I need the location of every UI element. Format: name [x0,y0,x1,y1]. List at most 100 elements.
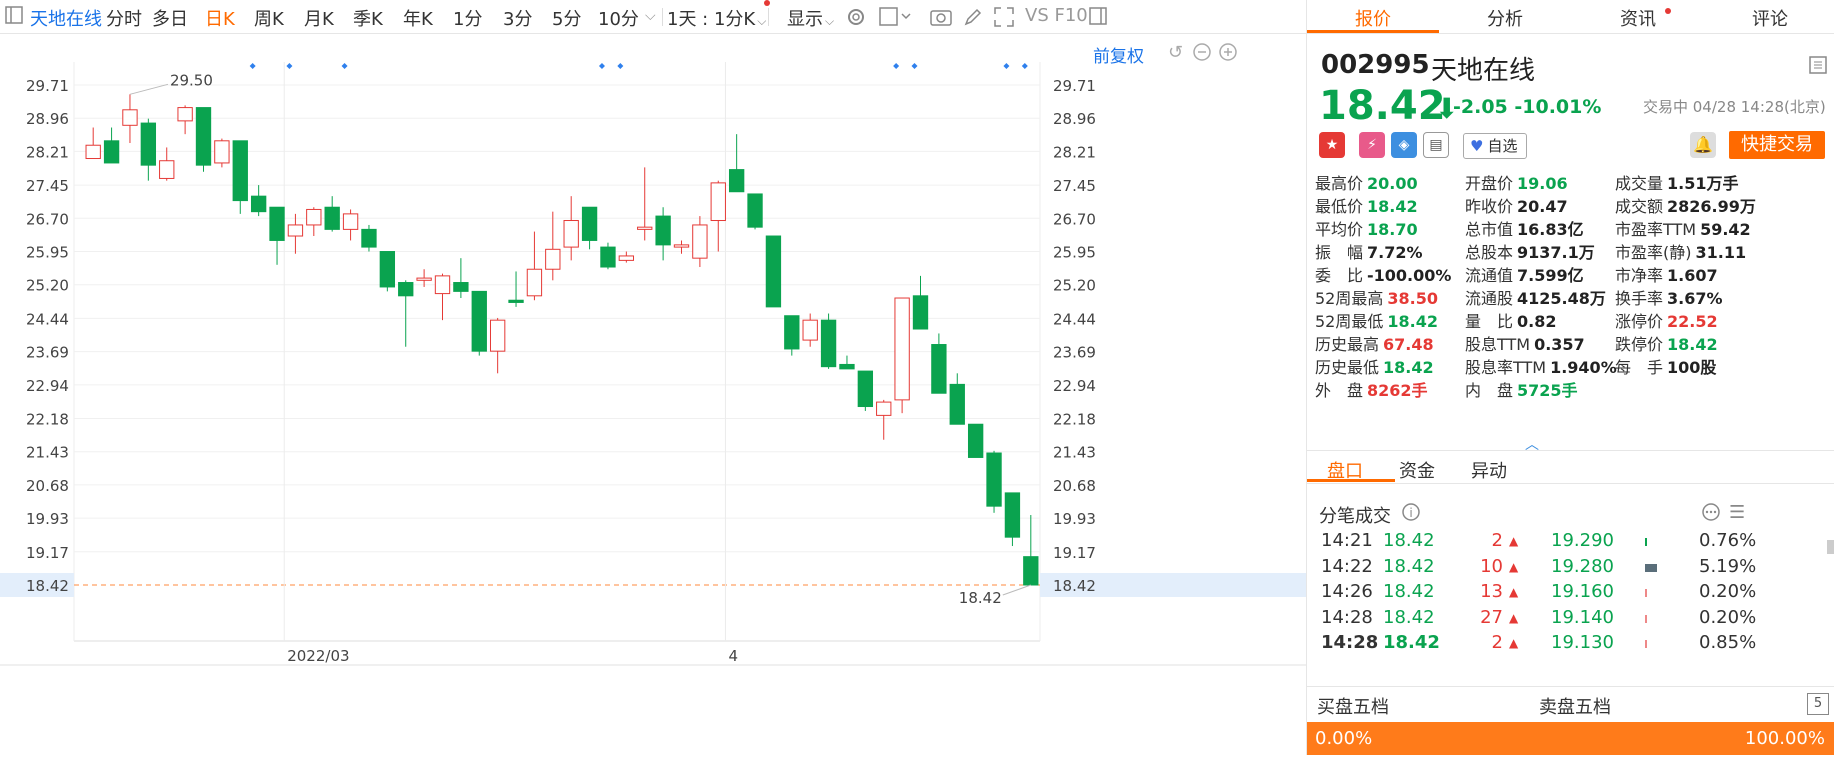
candle-body[interactable] [453,282,469,292]
menu-icon[interactable] [1809,56,1827,78]
event-marker[interactable] [1003,63,1010,69]
candle-body[interactable] [361,228,377,248]
candle-body[interactable] [545,248,561,270]
kline-svg[interactable]: 29.71 29.71 28.96 28.96 28.21 28.21 27.45 27.45… [0,34,1306,755]
display-dropdown[interactable]: 显示 ⌵ [787,5,834,31]
candle-body[interactable] [839,363,855,370]
tag-icon[interactable]: ◈ [1391,132,1417,158]
event-marker[interactable] [893,63,900,69]
scrollbar-thumb[interactable] [1827,540,1834,554]
candle-body[interactable] [949,383,965,425]
candle-body[interactable] [986,452,1002,507]
period-dropdown[interactable]: 1天 : 1分K ⌵ [667,5,766,31]
tab-news[interactable]: 资讯 [1620,5,1656,31]
candle-body[interactable] [269,206,285,241]
candle-body[interactable] [324,206,340,230]
candle-body[interactable] [508,299,524,303]
candle-body[interactable] [379,251,396,288]
zoom-in-icon[interactable] [1218,42,1238,66]
sidebar-toggle-icon[interactable] [4,5,24,30]
candle-body[interactable] [802,319,818,341]
event-marker[interactable] [286,63,293,69]
candle-body[interactable] [195,107,212,166]
period-yuek[interactable]: 月K [304,5,334,31]
candle-body[interactable] [177,107,193,122]
five-levels-icon[interactable]: 5 [1807,693,1829,715]
more-icon[interactable] [1701,502,1721,526]
f10-link[interactable]: VS F10 [1025,5,1088,26]
candle-body[interactable] [471,290,487,352]
period-1min[interactable]: 1分 [453,5,482,31]
add-watchlist-button[interactable]: ♥ 自选 [1463,133,1527,159]
period-10min[interactable]: 10分 [598,5,639,31]
candle-body[interactable] [600,246,616,268]
lightning-icon[interactable]: ⚡ [1359,132,1385,158]
candle-body[interactable] [857,370,874,408]
event-marker[interactable] [249,63,256,69]
event-marker[interactable] [1021,63,1028,69]
candle-body[interactable] [85,144,101,160]
bell-icon[interactable]: 🔔 [1690,132,1716,158]
period-duori[interactable]: 多日 [152,5,188,31]
candle-body[interactable] [489,319,506,352]
candle-body[interactable] [876,401,892,416]
candle-body[interactable] [728,169,745,193]
candle-body[interactable] [1004,492,1021,538]
candle-body[interactable] [820,319,837,368]
candle-body[interactable] [655,215,671,246]
camera-icon[interactable] [929,6,953,33]
candle-body[interactable] [673,244,690,248]
kline-chart[interactable]: 29.71 29.71 28.96 28.96 28.21 28.21 27.45 27.45… [0,34,1306,755]
candle-body[interactable] [416,277,432,281]
info-icon[interactable]: i [1401,502,1421,526]
list-icon[interactable]: ☰ [1729,502,1745,523]
candle-body[interactable] [784,315,800,350]
candle-body[interactable] [140,122,157,166]
candle-body[interactable] [1023,556,1039,586]
candle-body[interactable] [214,140,230,164]
candle-body[interactable] [912,295,929,330]
settings-icon[interactable] [845,6,867,33]
period-niank[interactable]: 年K [403,5,433,31]
tab-analysis[interactable]: 分析 [1487,5,1523,31]
candle-body[interactable] [894,297,910,401]
candle-body[interactable] [563,220,579,248]
zoom-out-icon[interactable] [1192,42,1212,66]
candle-body[interactable] [618,255,635,261]
period-jik[interactable]: 季K [353,5,383,31]
period-fenshi[interactable]: 分时 [106,5,142,31]
period-rik[interactable]: 日K [205,5,235,31]
fullscreen-icon[interactable] [993,6,1015,33]
candle-body[interactable] [159,160,175,179]
candle-body[interactable] [287,224,304,237]
candle-body[interactable] [967,423,984,458]
chevron-down-icon[interactable]: ⌵ [645,8,656,24]
candle-body[interactable] [747,193,763,228]
tab-unusual[interactable]: 异动 [1471,457,1507,483]
candle-body[interactable] [710,182,726,222]
candle-body[interactable] [931,344,947,394]
candle-body[interactable] [434,275,451,295]
candle-body[interactable] [526,268,543,297]
period-zhouk[interactable]: 周K [254,5,284,31]
candle-body[interactable] [398,282,414,297]
candle-body[interactable] [581,206,598,241]
undo-icon[interactable]: ↺ [1168,42,1183,63]
event-marker[interactable] [341,63,348,69]
candle-body[interactable] [250,195,267,213]
candle-body[interactable] [122,109,138,126]
period-5min[interactable]: 5分 [552,5,581,31]
bookmark-icon[interactable]: ▤ [1423,132,1449,158]
quick-trade-button[interactable]: 快捷交易 [1729,131,1825,159]
event-marker[interactable] [617,63,624,69]
period-3min[interactable]: 3分 [503,5,532,31]
overlay-select-icon[interactable] [879,6,911,33]
tab-funds[interactable]: 资金 [1399,457,1435,483]
event-marker[interactable] [598,63,605,69]
candle-body[interactable] [765,235,782,308]
candle-body[interactable] [692,224,708,259]
candle-body[interactable] [342,213,359,230]
candle-body[interactable] [232,140,248,202]
candle-body[interactable] [103,140,120,164]
event-marker[interactable] [911,63,918,69]
